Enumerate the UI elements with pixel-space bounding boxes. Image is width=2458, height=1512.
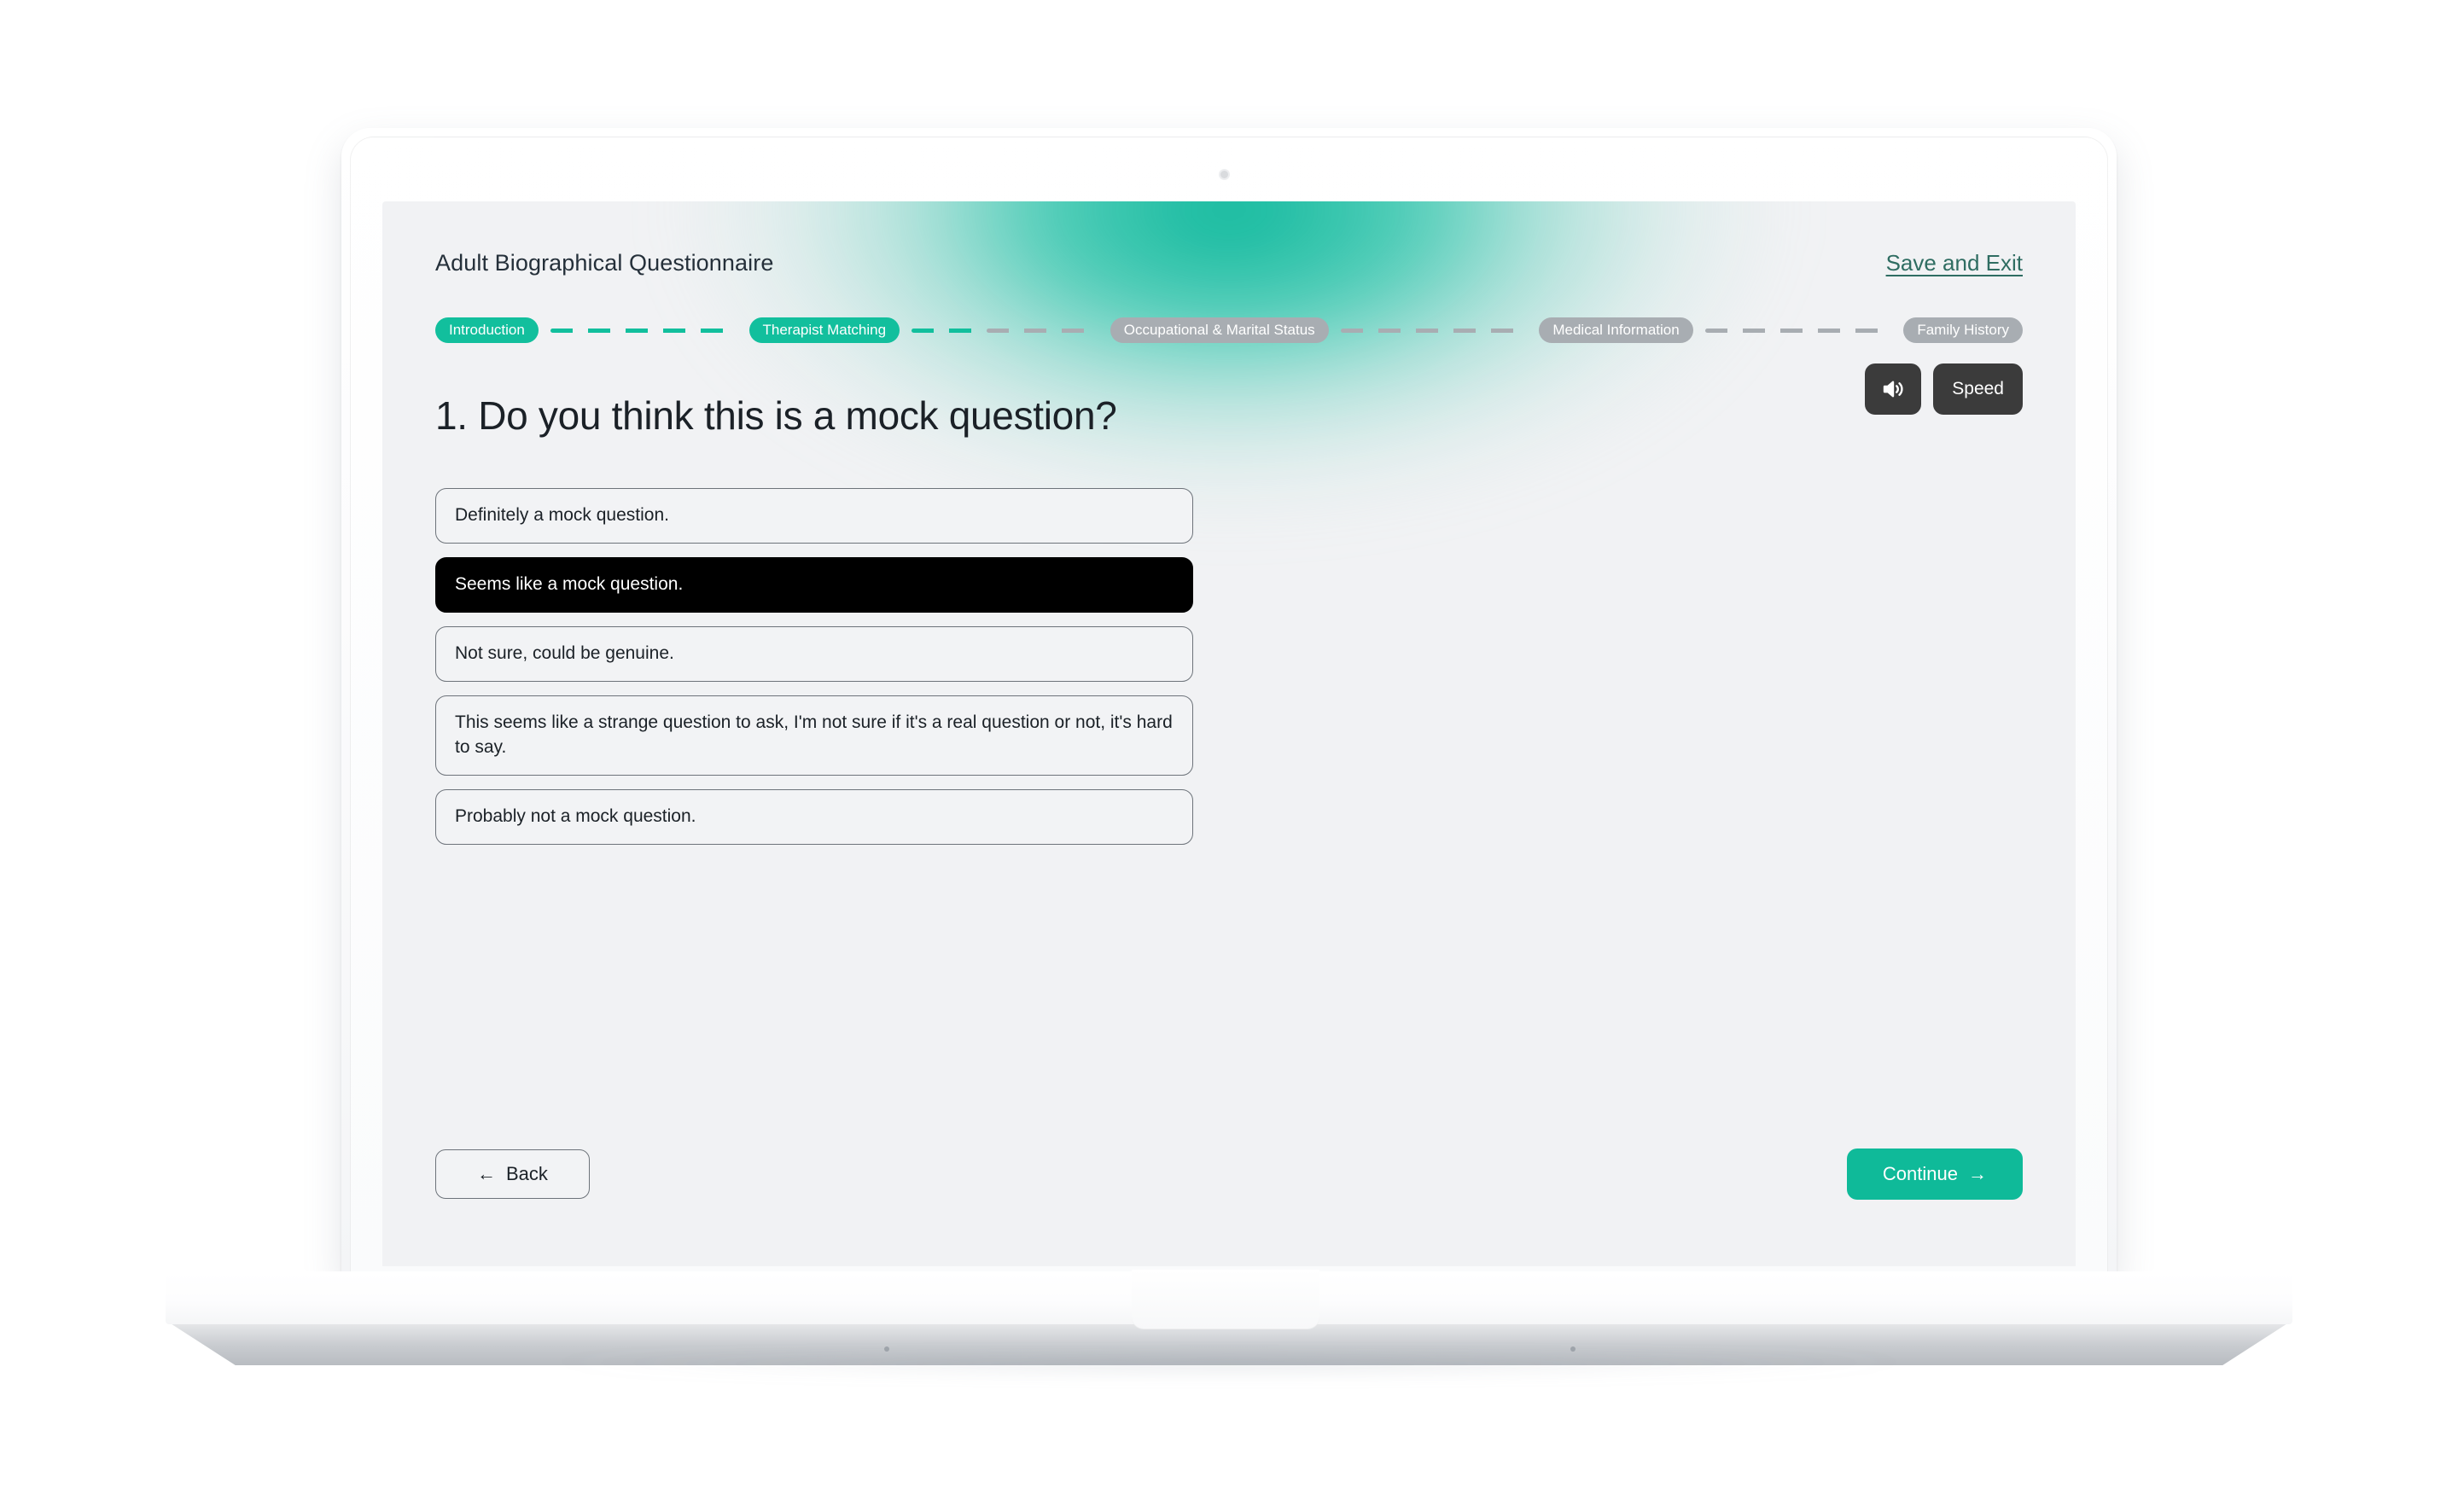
laptop-base-foot [1570,1346,1576,1352]
back-button[interactable]: ← Back [435,1149,590,1199]
question-text: 1. Do you think this is a mock question? [435,393,1117,438]
stepper-item-occupational-marital-status[interactable]: Occupational & Marital Status [1110,317,1329,343]
screenshot-stage: Adult Biographical Questionnaire Save an… [0,0,2458,1512]
laptop-base [154,1270,2304,1408]
laptop-drop-shadow [256,1360,2202,1399]
arrow-left-icon: ← [477,1163,496,1184]
laptop-base-notch [1132,1270,1319,1329]
stepper-item-therapist-matching[interactable]: Therapist Matching [748,317,900,343]
read-aloud-button[interactable] [1865,363,1922,415]
answer-option[interactable]: Probably not a mock question. [435,788,1193,845]
connector-remaining-track [1704,328,1892,333]
page-content: Adult Biographical Questionnaire Save an… [382,201,2076,1266]
progress-stepper: Introduction Therapist Matching Occupati… [435,316,2024,345]
continue-button[interactable]: Continue → [1846,1149,2023,1200]
stepper-item-introduction[interactable]: Introduction [435,317,539,343]
answer-option[interactable]: Definitely a mock question. [435,488,1193,544]
page-title: Adult Biographical Questionnaire [435,249,774,276]
webcam-icon [1220,171,1228,178]
connector-progress-fill [912,328,987,333]
stepper-connector-1 [550,328,737,333]
laptop-base-foot [884,1346,889,1352]
footer-navigation: ← Back Continue → [435,1149,2023,1200]
stepper-connector-4 [1704,328,1892,333]
connector-remaining-track [986,328,1098,333]
stepper-item-medical-information[interactable]: Medical Information [1539,317,1693,343]
laptop-mockup: Adult Biographical Questionnaire Save an… [341,128,2117,1280]
volume-speaker-icon [1880,376,1906,402]
answer-option[interactable]: This seems like a strange question to as… [435,695,1193,776]
stepper-connector-2 [912,328,1098,333]
back-button-label: Back [506,1163,548,1184]
stepper-item-family-history[interactable]: Family History [1903,317,2024,343]
connector-progress-fill [550,328,737,333]
answer-option[interactable]: Not sure, could be genuine. [435,625,1193,682]
page-header: Adult Biographical Questionnaire Save an… [435,246,2023,280]
stepper-connector-3 [1340,328,1528,333]
laptop-screen: Adult Biographical Questionnaire Save an… [382,201,2076,1266]
arrow-right-icon: → [1968,1163,1987,1184]
answer-option-selected[interactable]: Seems like a mock question. [435,556,1193,613]
connector-remaining-track [1340,328,1528,333]
save-and-exit-link[interactable]: Save and Exit [1886,250,2023,276]
answer-options-list: Definitely a mock question. Seems like a… [435,488,1193,845]
question-block: Speed 1. Do you think this is a mock que… [435,363,2023,439]
playback-speed-button[interactable]: Speed [1933,363,2023,415]
audio-controls: Speed [1865,363,2023,415]
continue-button-label: Continue [1882,1163,1958,1184]
